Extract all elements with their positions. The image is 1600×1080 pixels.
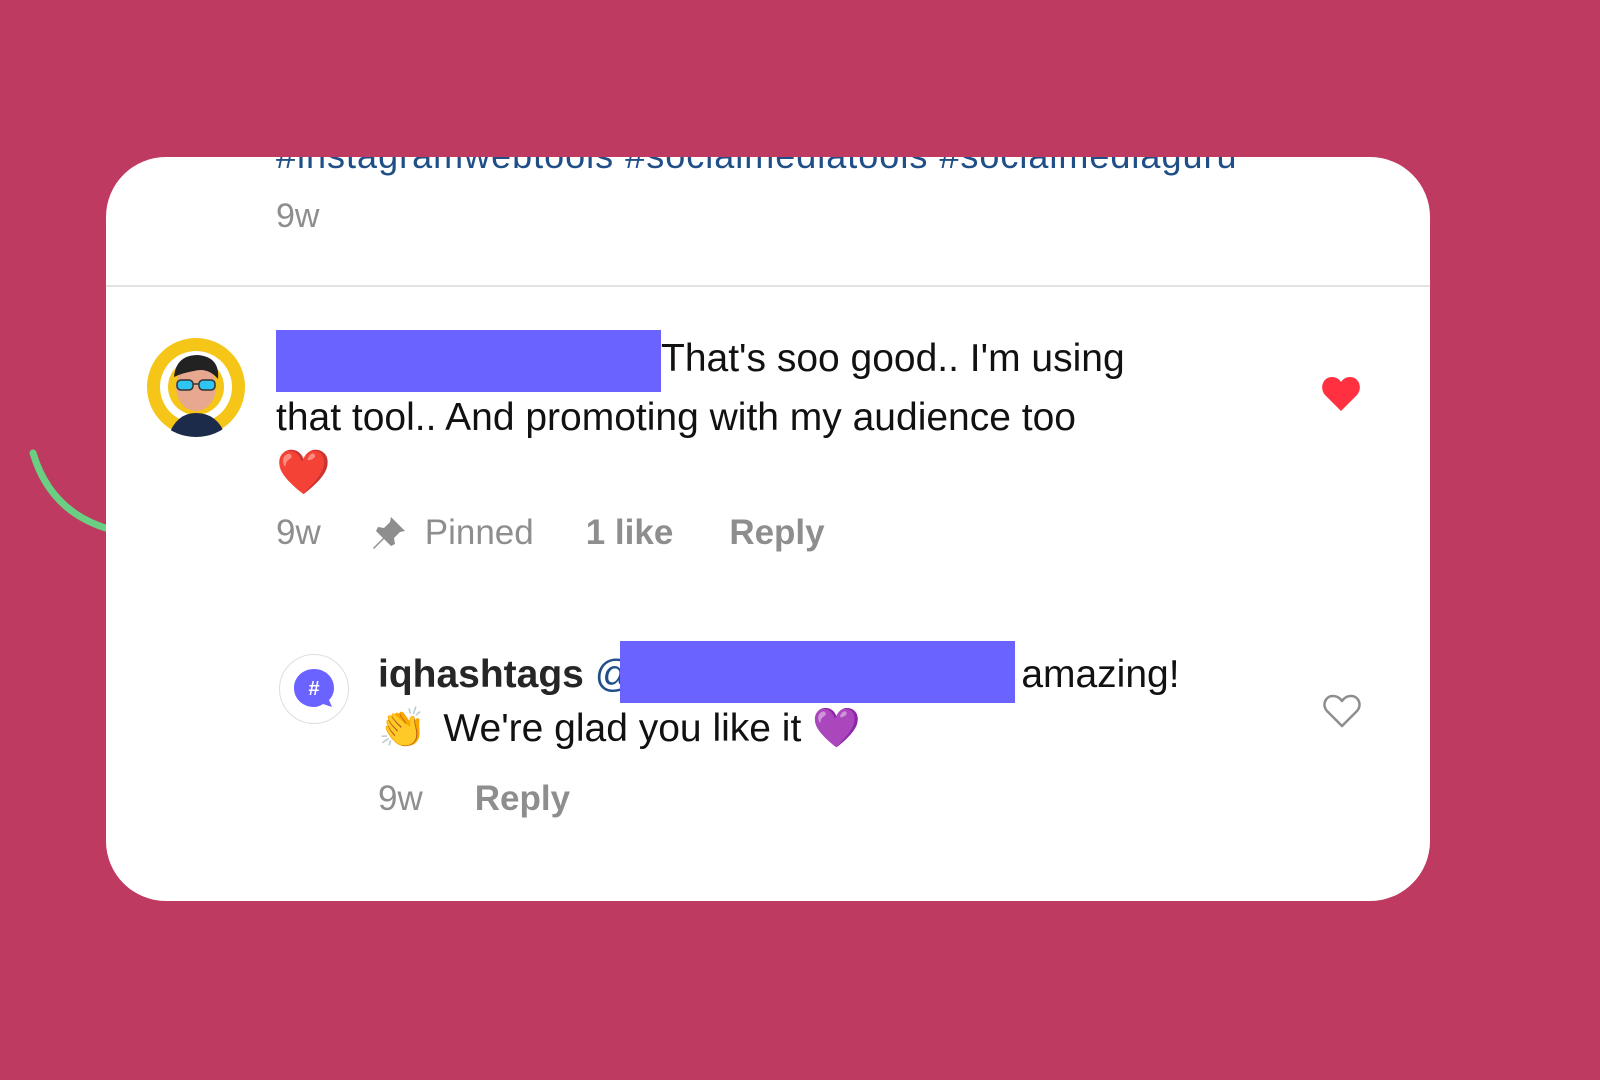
comment-body: That's soo good.. I'm using that tool.. … xyxy=(276,330,1276,503)
hashtag-chat-logo-icon: # xyxy=(294,669,334,707)
red-heart-emoji: ❤️ xyxy=(276,448,331,497)
pinned-label: Pinned xyxy=(424,513,534,552)
previous-comment-time: 9w xyxy=(276,197,320,235)
pin-icon xyxy=(372,517,405,549)
clap-emoji: 👏 xyxy=(378,707,427,750)
svg-text:#: # xyxy=(308,678,319,700)
comment-time: 9w xyxy=(276,513,321,552)
previous-comment-hashtags[interactable]: #instagramwebtools #socialmediatools #so… xyxy=(276,157,1376,177)
likes-count-link[interactable]: 1 like xyxy=(586,513,674,553)
reply-body: iqhashtags @ amazing! 👏 We're glad you li… xyxy=(378,641,1278,754)
divider xyxy=(106,285,1430,287)
comment-text-line1: That's soo good.. I'm using xyxy=(661,337,1125,380)
reply-button[interactable]: Reply xyxy=(729,513,824,553)
redacted-mention xyxy=(620,641,1016,703)
comments-card: #instagramwebtools #socialmediatools #so… xyxy=(106,157,1430,901)
heart-outline-icon[interactable] xyxy=(1322,693,1362,729)
commenter-avatar[interactable] xyxy=(146,337,246,437)
pinned-indicator: Pinned xyxy=(369,513,534,553)
redacted-username xyxy=(276,330,661,392)
liked-heart-icon[interactable] xyxy=(1321,375,1361,413)
comment-meta: 9w Pinned 1 like Reply xyxy=(276,513,825,553)
reply-text-line2: We're glad you like it xyxy=(443,707,802,750)
purple-heart-emoji: 💜 xyxy=(812,707,861,750)
reply-username[interactable]: iqhashtags xyxy=(378,653,584,696)
reply-meta: 9w Reply xyxy=(378,779,570,819)
reply-time: 9w xyxy=(378,779,423,818)
comment-text-line2: that tool.. And promoting with my audien… xyxy=(276,396,1076,439)
cartoon-avatar-icon xyxy=(147,338,245,437)
reply-text-line1: amazing! xyxy=(1021,653,1180,696)
reply-reply-button[interactable]: Reply xyxy=(475,779,570,819)
iqhashtags-avatar[interactable]: # xyxy=(279,654,349,724)
